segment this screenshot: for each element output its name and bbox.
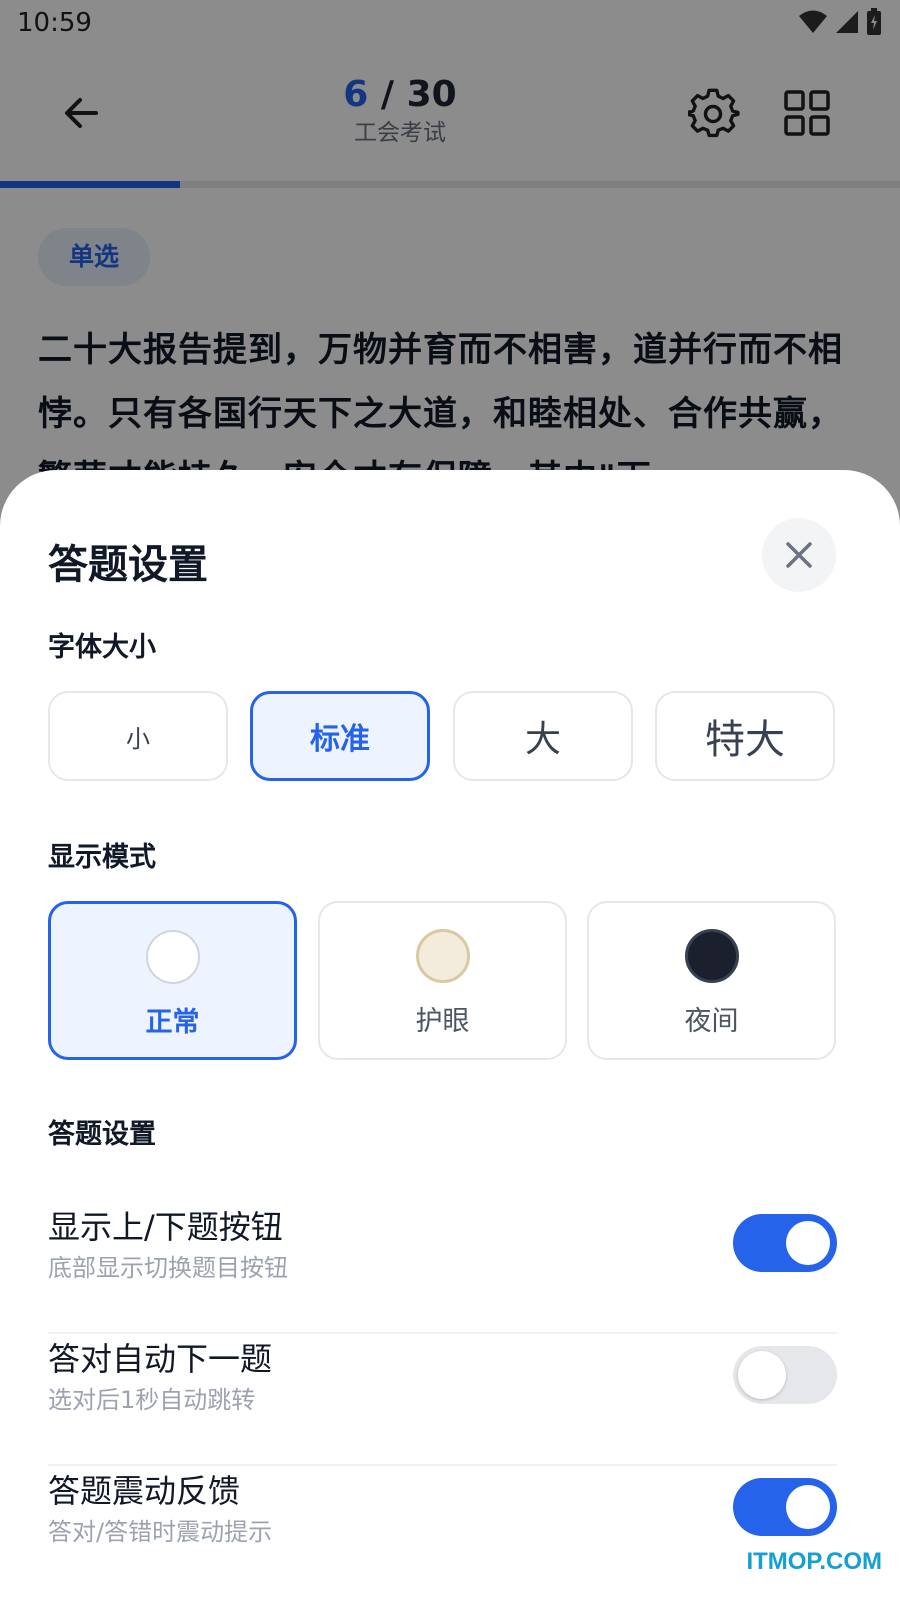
display-mode-eye-care-label: 护眼 xyxy=(415,1006,470,1037)
setting-title: 显示上/下题按钮 xyxy=(48,1208,283,1246)
font-size-label: 字体大小 xyxy=(48,632,156,663)
answer-settings-sheet: 答题设置 字体大小 小 标准 大 特大 显示模式 正常 护眼 夜间 答题设置 显… xyxy=(0,470,900,1600)
sheet-title: 答题设置 xyxy=(48,542,208,588)
display-mode-normal[interactable]: 正常 xyxy=(48,901,297,1060)
nav-buttons-toggle[interactable] xyxy=(733,1214,837,1272)
display-mode-night[interactable]: 夜间 xyxy=(587,901,836,1060)
setting-subtitle: 选对后1秒自动跳转 xyxy=(48,1386,256,1414)
toggle-knob xyxy=(786,1221,830,1265)
normal-mode-swatch xyxy=(145,930,200,984)
display-mode-normal-label: 正常 xyxy=(145,1007,200,1038)
close-button[interactable] xyxy=(762,518,836,592)
font-size-option-extra-large[interactable]: 特大 xyxy=(655,691,835,781)
auto-next-toggle[interactable] xyxy=(733,1346,837,1404)
setting-title: 答题震动反馈 xyxy=(48,1472,241,1510)
font-size-option-small[interactable]: 小 xyxy=(48,691,228,781)
eye-care-mode-swatch xyxy=(415,929,470,983)
answer-settings-label: 答题设置 xyxy=(48,1119,156,1150)
setting-row-nav-buttons: 显示上/下题按钮 底部显示切换题目按钮 xyxy=(48,1202,837,1334)
display-mode-night-label: 夜间 xyxy=(684,1006,739,1037)
watermark: ITMOP.COM xyxy=(746,1548,882,1575)
font-size-option-large[interactable]: 大 xyxy=(453,691,633,781)
display-mode-eye-care[interactable]: 护眼 xyxy=(318,901,567,1060)
toggle-knob xyxy=(786,1485,830,1529)
setting-subtitle: 答对/答错时震动提示 xyxy=(48,1518,273,1546)
night-mode-swatch xyxy=(684,929,739,983)
setting-row-auto-next: 答对自动下一题 选对后1秒自动跳转 xyxy=(48,1334,837,1466)
display-mode-label: 显示模式 xyxy=(48,842,156,873)
font-size-option-standard[interactable]: 标准 xyxy=(250,691,430,781)
vibration-toggle[interactable] xyxy=(733,1478,837,1536)
setting-title: 答对自动下一题 xyxy=(48,1340,273,1378)
setting-subtitle: 底部显示切换题目按钮 xyxy=(48,1254,288,1282)
setting-row-vibration: 答题震动反馈 答对/答错时震动提示 xyxy=(48,1466,837,1596)
toggle-knob xyxy=(738,1351,786,1399)
close-icon xyxy=(786,542,812,568)
